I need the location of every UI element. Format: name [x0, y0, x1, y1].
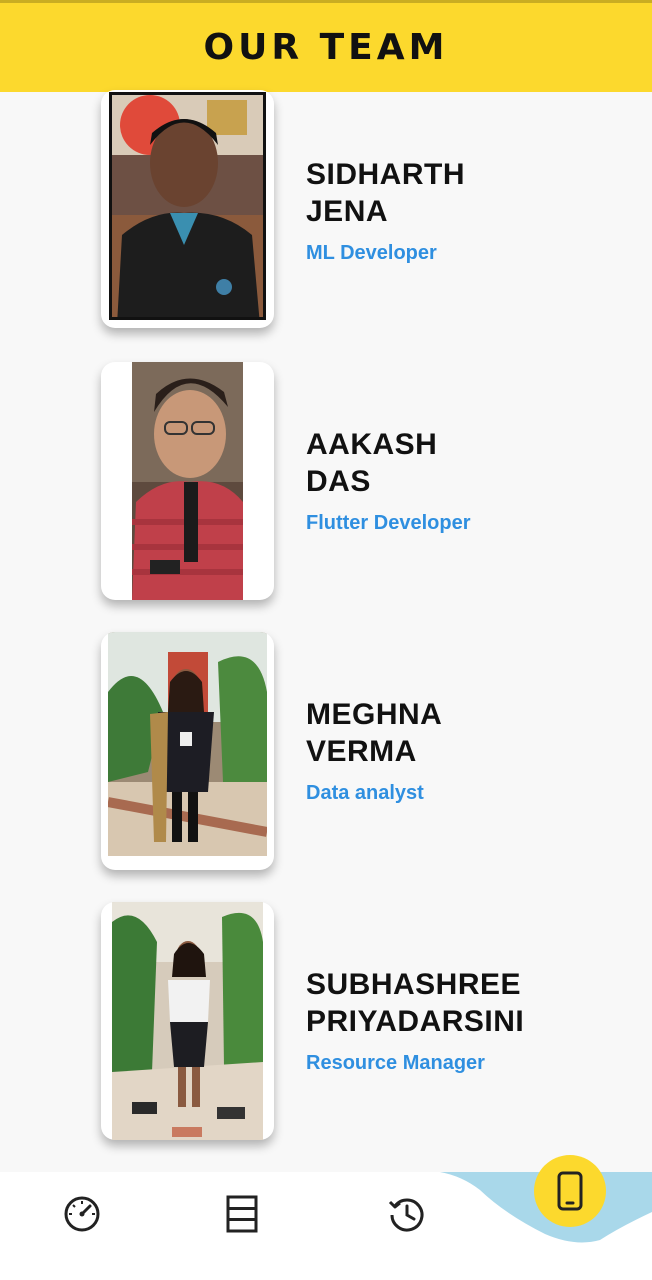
- member-last-name: VERMA: [306, 735, 417, 768]
- member-last-name: DAS: [306, 465, 371, 498]
- app-header: OUR TEAM: [0, 0, 652, 92]
- member-name: MEGHNA VERMA: [306, 696, 442, 770]
- mobile-phone-icon: [557, 1171, 583, 1211]
- member-first-name: MEGHNA: [306, 698, 443, 731]
- member-photo-card[interactable]: [101, 902, 274, 1140]
- nav-dashboard-button[interactable]: [62, 1194, 102, 1234]
- nav-history-button[interactable]: [387, 1194, 427, 1234]
- member-role: Resource Manager: [306, 1052, 485, 1074]
- page-title: OUR TEAM: [203, 27, 449, 68]
- member-first-name: AAKASH: [306, 428, 438, 461]
- list-view-icon: [226, 1195, 258, 1233]
- member-photo-card[interactable]: [101, 362, 274, 600]
- nav-mobile-fab-button[interactable]: [534, 1155, 606, 1227]
- member-name: SUBHASHREE PRIYADARSINI: [306, 966, 524, 1040]
- team-member-card: SUBHASHREE PRIYADARSINI Resource Manager: [0, 902, 652, 1142]
- team-member-card: SIDHARTH JENA ML Developer: [0, 90, 652, 332]
- member-role: Flutter Developer: [306, 512, 471, 534]
- nav-list-button[interactable]: [222, 1194, 262, 1234]
- member-role: ML Developer: [306, 242, 437, 264]
- history-icon: [388, 1198, 424, 1232]
- bottom-navigation-bar: [0, 1155, 652, 1280]
- member-role: Data analyst: [306, 782, 424, 804]
- member-name: SIDHARTH JENA: [306, 156, 465, 230]
- member-first-name: SIDHARTH: [306, 158, 465, 191]
- member-photo-card[interactable]: [101, 90, 274, 328]
- member-photo: [109, 92, 266, 320]
- speedometer-icon: [64, 1196, 100, 1232]
- member-photo: [112, 902, 263, 1140]
- member-first-name: SUBHASHREE: [306, 968, 522, 1001]
- member-photo: [108, 632, 267, 856]
- member-photo: [132, 362, 243, 600]
- member-name: AAKASH DAS: [306, 426, 437, 500]
- team-member-card: AAKASH DAS Flutter Developer: [0, 362, 652, 602]
- team-member-card: MEGHNA VERMA Data analyst: [0, 632, 652, 872]
- member-last-name: JENA: [306, 195, 389, 228]
- member-photo-card[interactable]: [101, 632, 274, 870]
- member-last-name: PRIYADARSINI: [306, 1005, 525, 1038]
